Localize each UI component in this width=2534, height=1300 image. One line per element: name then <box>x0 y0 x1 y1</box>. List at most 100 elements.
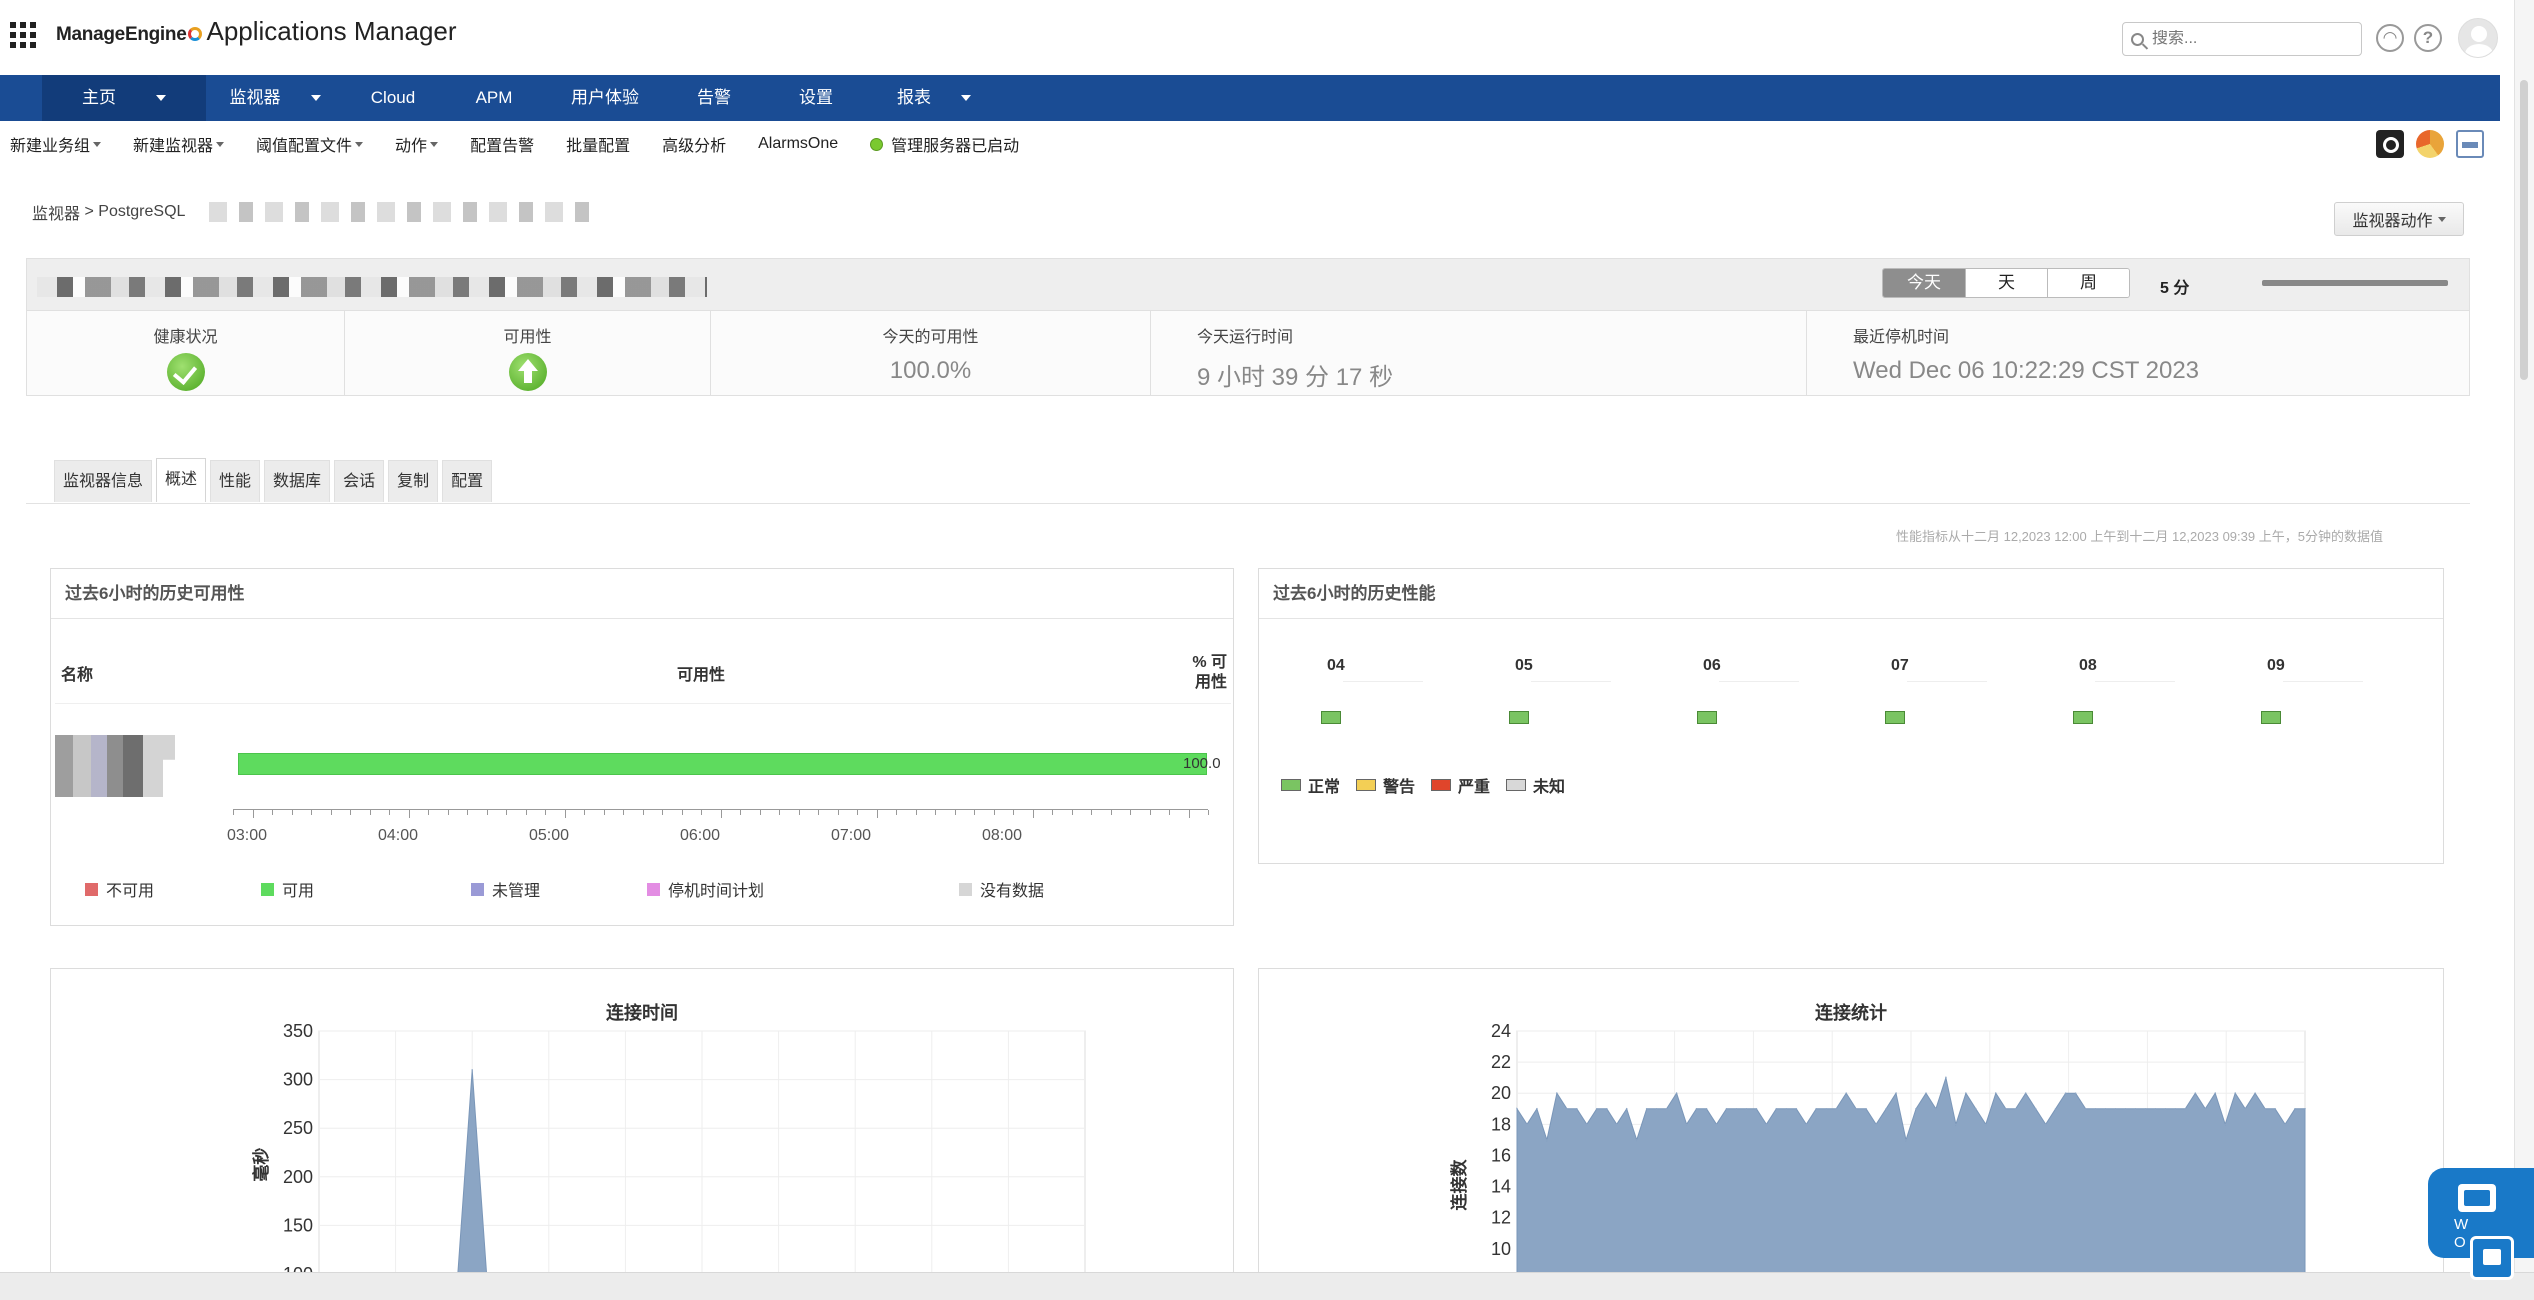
hour-status-normal[interactable] <box>1885 711 1905 724</box>
subnav-item-0[interactable]: 新建业务组 <box>10 132 102 156</box>
nav-item-3[interactable]: APM <box>442 75 546 121</box>
hour-status-normal[interactable] <box>1509 711 1529 724</box>
tab-performance[interactable]: 性能 <box>210 460 261 502</box>
tab-replication[interactable]: 复制 <box>388 460 439 502</box>
col-availability-header: 可用性 <box>677 667 726 684</box>
nav-item-label: 主页 <box>82 88 116 107</box>
axis-tick <box>330 810 332 815</box>
availability-bar[interactable] <box>238 753 1207 775</box>
subnav-item-5[interactable]: 批量配置 <box>566 132 630 156</box>
hour-divider <box>1907 681 1987 682</box>
interval-slider[interactable] <box>2262 280 2448 286</box>
tab-divider <box>26 503 2470 504</box>
axis-tick <box>369 810 371 815</box>
downtime-cell: 最近停机时间 Wed Dec 06 10:22:29 CST 2023 <box>1807 311 2469 395</box>
breadcrumb-root[interactable]: 监视器 <box>32 200 80 224</box>
health-ok-icon[interactable] <box>166 353 205 391</box>
hour-status-normal[interactable] <box>1697 711 1717 724</box>
connection-stats-chart[interactable]: 81012141618202224连接数 <box>1259 969 2445 1300</box>
axis-hour-label: 05:00 <box>529 827 570 844</box>
brand-logo[interactable]: ManageEngine Applications Manager <box>56 16 457 47</box>
data-point <box>1665 1108 1668 1110</box>
axis-tick <box>233 810 234 815</box>
tab-monitor-info[interactable]: 监视器信息 <box>54 460 153 502</box>
nav-item-0[interactable]: 主页 <box>42 75 206 121</box>
axis-tick <box>954 810 956 815</box>
user-avatar[interactable] <box>2458 18 2498 58</box>
data-point <box>1765 1123 1768 1126</box>
connection-time-chart[interactable]: 100150200250300350毫秒 <box>51 969 1235 1300</box>
axis-tick <box>876 810 878 818</box>
data-point <box>2184 1108 2187 1110</box>
connection-stats-panel: 连接统计 81012141618202224连接数 <box>1258 968 2444 1300</box>
nav-item-4[interactable]: 用户体验 <box>546 75 664 121</box>
nav-item-5[interactable]: 告警 <box>664 75 764 121</box>
page-scrollbar[interactable] <box>2514 0 2534 1300</box>
time-range-selector: 今天 天 周 <box>1882 268 2130 298</box>
settings-gear-icon[interactable] <box>2376 130 2404 158</box>
legend-swatch <box>647 882 660 896</box>
range-day[interactable]: 天 <box>1965 269 2047 297</box>
brand-name: ManageEngine <box>56 24 187 45</box>
range-today[interactable]: 今天 <box>1883 269 1965 297</box>
search-input[interactable] <box>2152 30 2342 48</box>
hour-label: 07 <box>1891 657 1909 674</box>
tab-overview[interactable]: 概述 <box>156 458 207 502</box>
tab-database[interactable]: 数据库 <box>264 460 331 502</box>
redacted-monitor-name <box>209 202 590 222</box>
y-tick-label: 350 <box>283 1021 313 1041</box>
axis-tick <box>623 810 624 815</box>
monitor-actions-button[interactable]: 监视器动作 <box>2334 202 2464 236</box>
subnav-item-3[interactable]: 动作 <box>395 132 439 156</box>
scrollbar-thumb[interactable] <box>2520 80 2528 380</box>
axis-tick <box>1130 810 1131 815</box>
y-axis-label: 连接数 <box>1449 1159 1469 1211</box>
axis-tick <box>252 810 254 818</box>
help-icon[interactable]: ? <box>2414 24 2442 52</box>
nav-item-2[interactable]: Cloud <box>344 75 442 121</box>
subnav-item-4[interactable]: 配置告警 <box>470 132 534 156</box>
axis-tick <box>545 810 546 815</box>
y-tick-label: 250 <box>283 1118 313 1138</box>
report-pie-icon[interactable] <box>2416 130 2444 158</box>
tab-config[interactable]: 配置 <box>442 460 493 502</box>
subnav-item-2[interactable]: 阈值配置文件 <box>256 132 364 156</box>
range-week[interactable]: 周 <box>2047 269 2129 297</box>
data-point <box>1615 1123 1618 1126</box>
perf-legend-swatch <box>1506 779 1527 791</box>
perf-legend-item: 严重 <box>1431 773 1490 797</box>
subnav-item-6[interactable]: 高级分析 <box>662 132 726 156</box>
connection-time-panel: 连接时间 100150200250300350毫秒 <box>50 968 1234 1300</box>
subnav-item-1[interactable]: 新建监视器 <box>133 132 225 156</box>
axis-tick <box>311 810 312 815</box>
health-cell: 健康状况 <box>27 311 345 395</box>
y-axis-label: 毫秒 <box>251 1148 271 1182</box>
top-bar: ManageEngine Applications Manager ◠ ? <box>0 0 2498 74</box>
tab-session[interactable]: 会话 <box>334 460 385 502</box>
hour-status-normal[interactable] <box>1321 711 1341 724</box>
print-icon[interactable] <box>2456 130 2484 158</box>
hour-status-normal[interactable] <box>2073 711 2093 724</box>
axis-tick <box>272 810 273 815</box>
perf-legend-label: 正常 <box>1308 779 1341 796</box>
nav-item-label: 设置 <box>799 88 833 107</box>
subnav-item-label: 批量配置 <box>566 138 631 155</box>
search-box[interactable] <box>2122 22 2362 56</box>
hour-status-normal[interactable] <box>2261 711 2281 724</box>
data-point <box>1815 1108 1817 1110</box>
headset-icon[interactable]: ◠ <box>2376 24 2404 52</box>
nav-item-6[interactable]: 设置 <box>764 75 868 121</box>
availability-up-icon[interactable] <box>508 353 547 391</box>
axis-tick <box>1052 810 1053 815</box>
nav-item-1[interactable]: 监视器 <box>206 75 344 121</box>
data-point <box>1556 1092 1558 1094</box>
data-point <box>2264 1108 2266 1110</box>
performance-note: 性能指标从十二月 12,2023 12:00 上午到十二月 12,2023 09… <box>1896 529 2383 544</box>
data-point <box>1516 1108 1518 1110</box>
breadcrumb-type[interactable]: PostgreSQL <box>98 203 185 221</box>
nav-item-7[interactable]: 报表 <box>868 75 1000 121</box>
y-tick-label: 150 <box>283 1215 313 1235</box>
chat-launcher-icon[interactable] <box>2470 1236 2514 1280</box>
subnav-item-7[interactable]: AlarmsOne <box>758 135 838 153</box>
app-grid-icon[interactable] <box>10 22 36 48</box>
